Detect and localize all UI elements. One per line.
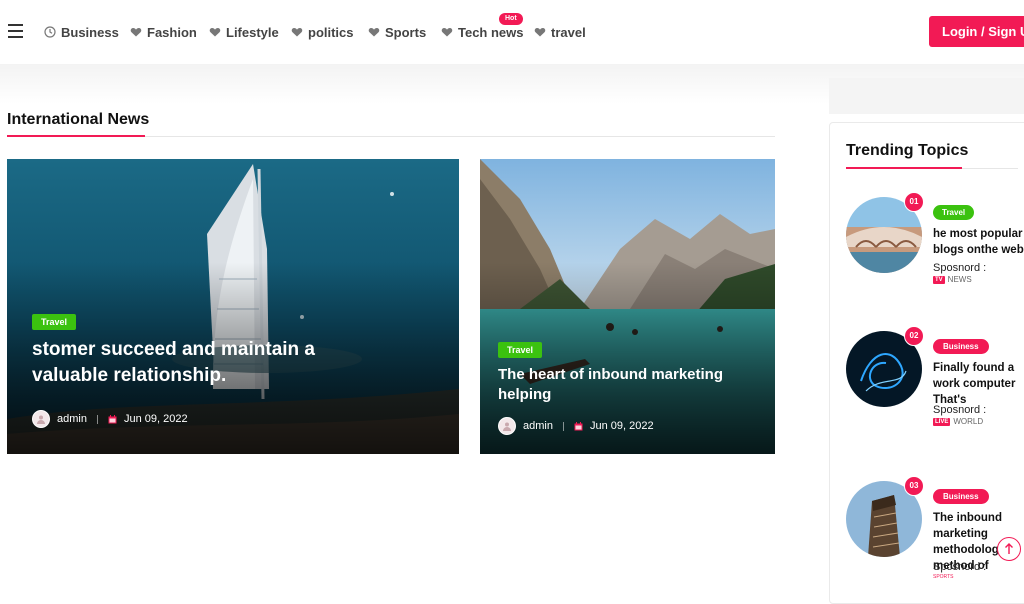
- post-date: Jun 09, 2022: [589, 420, 654, 432]
- nav-item-label: Tech news: [458, 24, 524, 40]
- heart-icon: [368, 28, 380, 37]
- trending-rank: 01: [904, 192, 924, 212]
- card-meta: admin Jun 09, 2022: [32, 410, 188, 428]
- trending-item[interactable]: 03 Business The inbound marketing method…: [846, 476, 1024, 601]
- scroll-to-top-button[interactable]: [997, 537, 1021, 561]
- trending-title[interactable]: he most popular blogs onthe web: [933, 226, 1024, 258]
- trending-item[interactable]: 02 Business Finally found a work compute…: [846, 326, 1024, 451]
- sidebar-divider-accent: [846, 167, 962, 169]
- section-divider-accent: [7, 135, 145, 137]
- card-title[interactable]: stomer succeed and maintain a valuable r…: [32, 337, 352, 389]
- nav-item-fashion[interactable]: Fashion: [130, 23, 197, 41]
- category-pill[interactable]: Business: [933, 339, 989, 354]
- sponsor-name: WORLD: [953, 417, 984, 426]
- clock-icon: [44, 26, 56, 38]
- author-name[interactable]: admin: [57, 413, 87, 425]
- nav-item-label: politics: [308, 24, 354, 40]
- hamburger-menu-icon[interactable]: [8, 24, 23, 38]
- news-card-featured[interactable]: Travel stomer succeed and maintain a val…: [7, 159, 459, 454]
- sidebar-ad-placeholder: [829, 78, 1024, 114]
- sponsor-logo: TV NEWS: [933, 275, 972, 284]
- card-meta: admin Jun 09, 2022: [498, 417, 654, 435]
- category-tag[interactable]: Travel: [498, 342, 543, 358]
- author-avatar: [498, 417, 516, 435]
- category-tag[interactable]: Travel: [32, 314, 77, 330]
- section-title: International News: [7, 111, 150, 128]
- sponsored-label: Sposnord :: [933, 262, 987, 274]
- heart-icon: [291, 28, 303, 37]
- hot-badge: Hot: [499, 13, 523, 25]
- top-navigation: Business Fashion Lifestyle politics Spor…: [0, 0, 1024, 64]
- trending-rank: 02: [904, 326, 924, 346]
- sponsor-logo: LIVE WORLD: [933, 417, 983, 426]
- sponsor-badge: TV: [933, 275, 945, 284]
- sponsor-name: NEWS: [947, 275, 972, 284]
- trending-item[interactable]: 01 Travel he most popular blogs onthe we…: [846, 192, 1024, 317]
- nav-item-politics[interactable]: politics: [291, 23, 354, 41]
- calendar-icon: [108, 414, 117, 423]
- heart-icon: [130, 28, 142, 37]
- heart-icon: [209, 28, 221, 37]
- author-name[interactable]: admin: [523, 420, 553, 432]
- trending-title[interactable]: Finally found a work computer That's: [933, 360, 1024, 408]
- nav-item-sports[interactable]: Sports: [368, 23, 426, 41]
- heart-icon: [441, 28, 453, 37]
- heart-icon: [534, 28, 546, 37]
- author-avatar: [32, 410, 50, 428]
- nav-item-label: Business: [61, 24, 119, 40]
- news-card[interactable]: Travel The heart of inbound marketing he…: [480, 159, 775, 454]
- nav-item-label: Sports: [385, 24, 427, 40]
- nav-item-label: Fashion: [147, 24, 197, 40]
- sidebar-title: Trending Topics: [846, 142, 969, 159]
- meta-separator: [562, 421, 564, 431]
- nav-item-label: Lifestyle: [226, 24, 279, 40]
- nav-item-label: travel: [551, 24, 586, 40]
- card-overlay: [480, 159, 775, 454]
- nav-item-travel[interactable]: travel: [534, 23, 586, 41]
- nav-item-lifestyle[interactable]: Lifestyle: [209, 23, 279, 41]
- sponsor-logo: SPORTS: [933, 574, 953, 580]
- category-pill[interactable]: Business: [933, 489, 989, 504]
- sponsor-badge: LIVE: [933, 417, 951, 426]
- login-signup-button[interactable]: Login / Sign Up: [929, 16, 1024, 47]
- card-title[interactable]: The heart of inbound marketing helping: [498, 365, 758, 405]
- meta-separator: [96, 414, 98, 424]
- post-date: Jun 09, 2022: [123, 413, 188, 425]
- nav-item-tech-news[interactable]: Tech news: [441, 23, 524, 41]
- arrow-up-icon: [1005, 543, 1013, 554]
- nav-item-business[interactable]: Business: [44, 23, 119, 41]
- sponsored-label: Sposnord :: [933, 404, 987, 416]
- trending-rank: 03: [904, 476, 924, 496]
- sponsored-label: Sposnord :: [933, 561, 987, 573]
- calendar-icon: [574, 421, 583, 430]
- category-pill[interactable]: Travel: [933, 205, 975, 220]
- sponsor-name: SPORTS: [933, 574, 954, 580]
